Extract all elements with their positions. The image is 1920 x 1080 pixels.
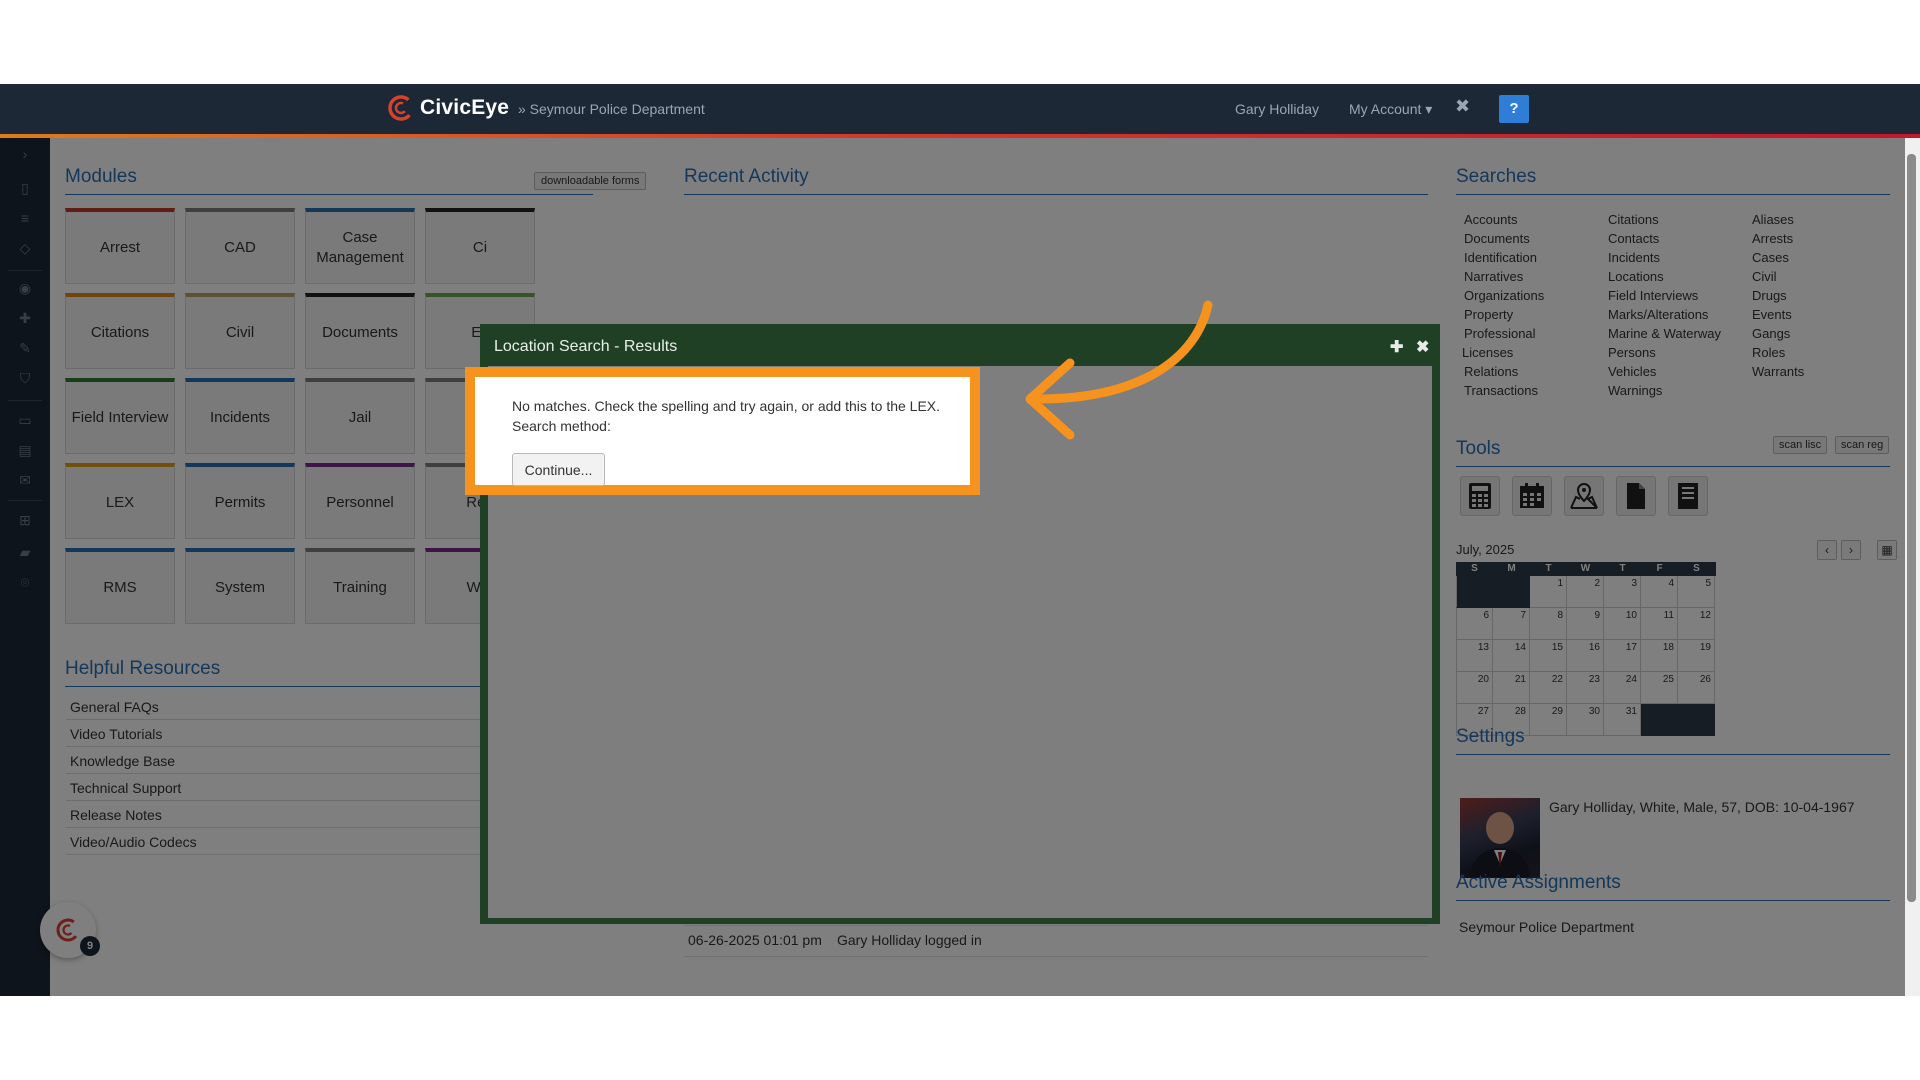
user-name[interactable]: Gary Holliday	[1235, 101, 1319, 117]
close-icon[interactable]: ✖	[1416, 337, 1429, 357]
continue-button[interactable]: Continue...	[512, 453, 605, 486]
brand[interactable]: CivicEye	[388, 95, 509, 121]
no-matches-message: No matches. Check the spelling and try a…	[512, 398, 941, 434]
department-breadcrumb[interactable]: » Seymour Police Department	[518, 101, 705, 117]
tools-icon[interactable]: ✖	[1455, 96, 1470, 117]
civiceye-logo-icon	[388, 95, 414, 121]
scrollbar-thumb[interactable]	[1907, 154, 1916, 902]
top-navbar: CivicEye » Seymour Police Department Gar…	[0, 84, 1920, 134]
annotation-arrow-icon	[1025, 300, 1213, 440]
maximize-icon[interactable]: ✚	[1390, 337, 1403, 357]
dialog-title: Location Search - Results	[494, 338, 678, 355]
my-account-menu[interactable]: My Account ▾	[1349, 101, 1432, 118]
brand-name: CivicEye	[420, 96, 510, 119]
dialog-header: Location Search - Results	[484, 328, 1436, 366]
screen: CivicEye » Seymour Police Department Gar…	[0, 84, 1920, 996]
help-button[interactable]: ?	[1499, 95, 1529, 123]
no-matches-message-box: No matches. Check the spelling and try a…	[465, 367, 980, 495]
